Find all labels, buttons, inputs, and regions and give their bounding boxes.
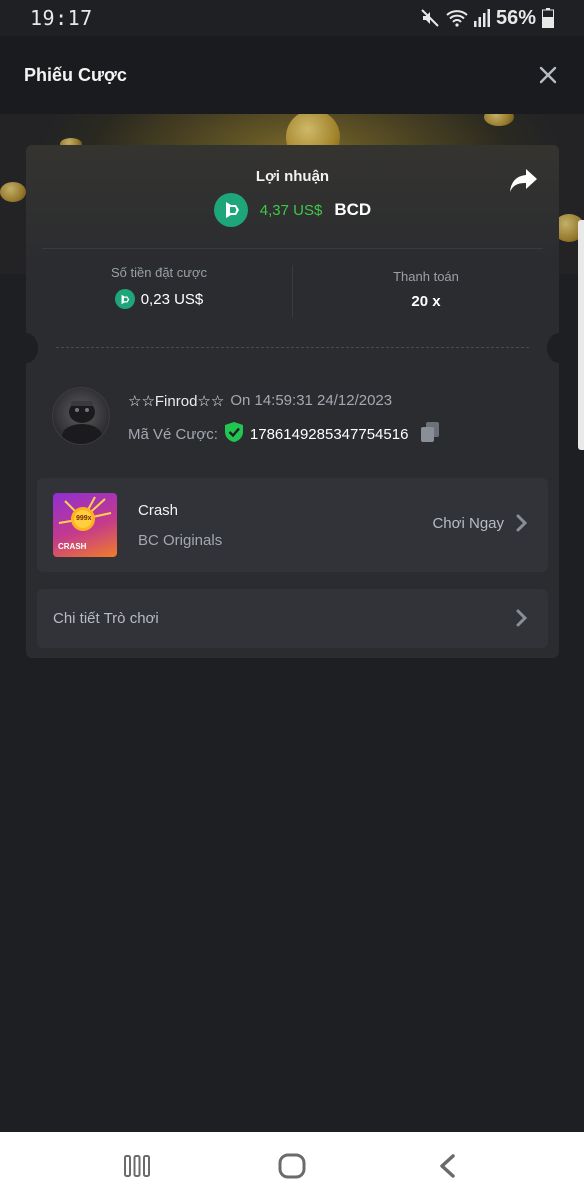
system-nav-bar (0, 1132, 584, 1200)
ticket-perforation (56, 347, 529, 348)
ticket-id-line: Mã Vé Cược: 1786149285347754516 (128, 421, 440, 447)
game-row[interactable]: 999x CRASH Crash BC Originals Chơi Ngay (37, 478, 548, 572)
home-icon (278, 1153, 306, 1179)
payout-value: 20 x (411, 293, 441, 310)
battery-icon (542, 8, 554, 28)
ticket-notch-right (547, 333, 571, 363)
user-line: ☆☆Finrod☆☆ On 14:59:31 24/12/2023 (128, 392, 392, 410)
game-details-row[interactable]: Chi tiết Trò chơi (37, 589, 548, 648)
mute-icon (420, 8, 440, 28)
game-thumb-multiplier: 999x (76, 515, 92, 522)
play-now-button[interactable]: Chơi Ngay (432, 514, 528, 532)
avatar[interactable] (52, 387, 110, 445)
bet-timestamp: On 14:59:31 24/12/2023 (230, 392, 393, 409)
battery-level: 56% (495, 6, 536, 29)
username[interactable]: ☆☆Finrod☆☆ (128, 392, 224, 410)
copy-button[interactable] (420, 421, 440, 447)
back-icon (439, 1154, 455, 1178)
status-icons: 56% (420, 7, 554, 30)
recent-apps-icon (124, 1155, 151, 1177)
back-button[interactable] (427, 1146, 467, 1186)
signal-icon (473, 9, 490, 27)
close-button[interactable] (536, 63, 560, 87)
bet-amount-row: 0,23 US$ (26, 289, 292, 309)
bet-amount-stat: Số tiền đặt cược 0,23 US$ (26, 265, 292, 309)
status-bar: 19:17 56% (0, 0, 584, 36)
bc-coin-icon (213, 193, 248, 227)
play-now-label: Chơi Ngay (432, 514, 504, 532)
profit-value: 4,37 US$ (259, 201, 323, 219)
verified-shield-icon (224, 421, 244, 447)
ticket-id-label: Mã Vé Cược: (128, 425, 218, 443)
coin-decoration (484, 114, 514, 126)
payout-label: Thanh toán (393, 269, 459, 284)
app-header: Phiếu Cược (0, 36, 584, 114)
game-thumbnail: 999x CRASH (53, 493, 117, 557)
chevron-right-icon (516, 609, 528, 627)
bet-ticket-card: Lợi nhuận 4,37 US$ BCD Số tiền đặt cược … (14, 145, 571, 658)
bc-coin-icon (114, 289, 135, 309)
recent-apps-button[interactable] (117, 1146, 157, 1186)
profit-row: 4,37 US$ BCD (26, 193, 559, 227)
coin-decoration (0, 182, 26, 202)
ticket-notch-left (14, 333, 38, 363)
page-title: Phiếu Cược (24, 64, 127, 85)
copy-icon (421, 422, 440, 442)
ticket-id: 1786149285347754516 (249, 425, 409, 443)
chevron-right-icon (516, 514, 528, 532)
scrollbar[interactable] (578, 220, 584, 450)
bet-amount-label: Số tiền đặt cược (111, 265, 207, 280)
game-provider: BC Originals (138, 532, 223, 549)
status-time: 19:17 (30, 6, 93, 30)
home-button[interactable] (272, 1146, 312, 1186)
close-icon (539, 66, 557, 84)
wifi-icon (446, 8, 468, 28)
profit-label: Lợi nhuận (255, 168, 330, 185)
divider (42, 248, 543, 249)
game-details-label: Chi tiết Trò chơi (53, 610, 159, 627)
profit-currency: BCD (334, 200, 372, 219)
bet-amount-value: 0,23 US$ (140, 290, 204, 308)
game-name: Crash (138, 502, 179, 519)
payout-stat: Thanh toán 20 x (293, 265, 559, 310)
game-thumb-text: CRASH (58, 542, 87, 551)
